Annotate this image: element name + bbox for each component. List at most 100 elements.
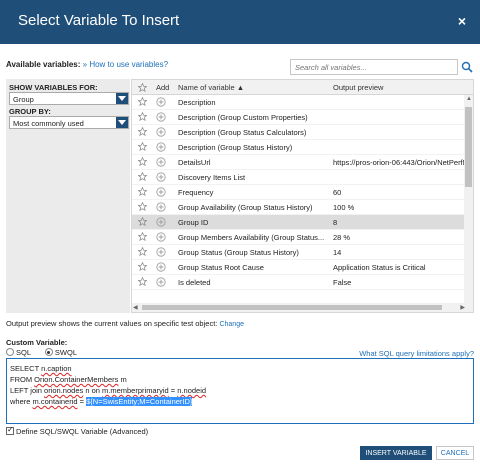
add-icon[interactable] — [156, 187, 166, 199]
add-icon[interactable] — [156, 247, 166, 259]
variable-preview: 100 % — [333, 203, 355, 212]
close-icon[interactable]: × — [458, 13, 466, 29]
show-variables-select[interactable]: Group — [9, 92, 129, 105]
table-row[interactable]: Description (Group Status Calculators) — [132, 125, 465, 140]
query-language-radios: SQL SWQL — [6, 348, 77, 357]
cancel-button[interactable]: CANCEL — [436, 446, 474, 460]
table-row[interactable]: Discovery Items List — [132, 170, 465, 185]
star-icon[interactable] — [137, 141, 148, 153]
star-icon[interactable] — [137, 201, 148, 213]
table-row[interactable]: Group Members Availability (Group Status… — [132, 230, 465, 245]
star-header-icon — [138, 83, 147, 92]
advanced-variable-label: Define SQL/SWQL Variable (Advanced) — [16, 427, 149, 436]
add-icon[interactable] — [156, 277, 166, 289]
table-row[interactable]: Frequency 60 — [132, 185, 465, 200]
variable-name: Group Availability (Group Status History… — [178, 203, 313, 212]
vertical-scroll-thumb[interactable] — [465, 107, 472, 187]
table-row[interactable]: DetailsUrl https://pros-orion-06:443/Orio… — [132, 155, 465, 170]
available-variables-label: Available variables: — [6, 60, 81, 69]
show-variables-label: SHOW VARIABLES FOR: — [9, 83, 98, 92]
preview-note: Output preview shows the current values … — [6, 319, 244, 328]
variable-name: Description (Group Status History) — [178, 143, 293, 152]
table-row[interactable]: Is deleted False — [132, 275, 465, 290]
star-icon[interactable] — [137, 276, 148, 288]
grid-header: Add Name of variable ▲ Output preview — [132, 80, 473, 95]
scroll-right-icon[interactable]: ▶ — [460, 304, 465, 311]
custom-variable-label: Custom Variable: — [6, 338, 68, 347]
search-input[interactable] — [290, 59, 458, 75]
group-by-label: GROUP BY: — [9, 107, 51, 116]
star-icon[interactable] — [137, 96, 148, 108]
add-icon[interactable] — [156, 142, 166, 154]
variable-name: Group Status (Group Status History) — [178, 248, 299, 257]
query-line-1: SELECT n.caption — [10, 364, 72, 373]
star-icon[interactable] — [137, 216, 148, 228]
preview-column-header: Output preview — [333, 83, 384, 92]
star-icon[interactable] — [137, 231, 148, 243]
variable-name: Description — [178, 98, 216, 107]
add-icon[interactable] — [156, 217, 166, 229]
sql-radio-label: SQL — [16, 348, 31, 357]
variables-grid: Add Name of variable ▲ Output preview De… — [131, 79, 474, 313]
table-row[interactable]: Group Status (Group Status History) 14 — [132, 245, 465, 260]
add-icon[interactable] — [156, 127, 166, 139]
available-variables-row: Available variables: » How to use variab… — [6, 60, 168, 69]
table-row[interactable]: Description — [132, 95, 465, 110]
add-icon[interactable] — [156, 262, 166, 274]
table-row[interactable]: Group Availability (Group Status History… — [132, 200, 465, 215]
name-column-header[interactable]: Name of variable ▲ — [178, 83, 244, 92]
variable-name: Is deleted — [178, 278, 211, 287]
chevron-down-icon[interactable] — [116, 117, 128, 128]
swql-radio[interactable] — [44, 348, 53, 356]
star-icon[interactable] — [137, 156, 148, 168]
scroll-up-icon[interactable]: ▲ — [466, 96, 472, 102]
star-icon[interactable] — [137, 246, 148, 258]
selected-variable-token: ${N=SwisEntity;M=ContainerID} — [86, 397, 193, 406]
variable-name: Description (Group Status Calculators) — [178, 128, 307, 137]
preview-note-text: Output preview shows the current values … — [6, 319, 218, 328]
how-to-use-variables-link[interactable]: » How to use variables? — [83, 60, 168, 69]
variable-name: Discovery Items List — [178, 173, 246, 182]
vertical-scrollbar[interactable]: ▲ — [464, 95, 473, 303]
add-icon[interactable] — [156, 112, 166, 124]
table-row[interactable]: Description (Group Status History) — [132, 140, 465, 155]
add-icon[interactable] — [156, 232, 166, 244]
table-row[interactable]: Description (Group Custom Properties) — [132, 110, 465, 125]
search-icon[interactable] — [460, 60, 474, 74]
dialog-titlebar: Select Variable To Insert × — [0, 0, 480, 44]
add-icon[interactable] — [156, 172, 166, 184]
chevron-down-icon[interactable] — [116, 93, 128, 104]
star-icon[interactable] — [137, 126, 148, 138]
insert-variable-button[interactable]: INSERT VARIABLE — [360, 446, 432, 460]
star-icon[interactable] — [137, 261, 148, 273]
sql-limitations-link[interactable]: What SQL query limitations apply? — [359, 349, 474, 358]
variable-name: Frequency — [178, 188, 214, 197]
query-line-2: FROM Orion.ContainerMembers m — [10, 375, 127, 384]
star-icon[interactable] — [137, 111, 148, 123]
custom-query-editor[interactable]: SELECT n.caption FROM Orion.ContainerMem… — [6, 358, 474, 424]
change-link[interactable]: Change — [219, 321, 244, 328]
horizontal-scrollbar[interactable]: ◀ ▶ — [132, 303, 473, 312]
add-icon[interactable] — [156, 157, 166, 169]
advanced-variable-checkbox[interactable] — [6, 425, 14, 435]
star-icon[interactable] — [137, 171, 148, 183]
filter-panel: SHOW VARIABLES FOR: Group GROUP BY: Most… — [6, 79, 130, 313]
group-by-value: Most commonly used — [13, 119, 84, 128]
sql-radio[interactable] — [6, 348, 14, 356]
add-icon[interactable] — [156, 97, 166, 109]
variable-name: Group Members Availability (Group Status… — [178, 233, 325, 242]
add-icon[interactable] — [156, 202, 166, 214]
variable-name: Description (Group Custom Properties) — [178, 113, 308, 122]
add-column-header: Add — [156, 83, 170, 92]
table-row[interactable]: Group Status Root Cause Application Statu… — [132, 260, 465, 275]
star-icon[interactable] — [137, 186, 148, 198]
variable-name: Group ID — [178, 218, 209, 227]
variable-name: Group Status Root Cause — [178, 263, 264, 272]
scroll-left-icon[interactable]: ◀ — [133, 304, 138, 311]
horizontal-scroll-thumb[interactable] — [142, 305, 442, 310]
table-row[interactable]: Group ID 8 — [132, 215, 465, 230]
query-line-3: LEFT join orion.nodes n on m.memberprima… — [10, 386, 207, 395]
variable-name: DetailsUrl — [178, 158, 211, 167]
variable-preview: 14 — [333, 248, 342, 257]
group-by-select[interactable]: Most commonly used — [9, 116, 129, 129]
